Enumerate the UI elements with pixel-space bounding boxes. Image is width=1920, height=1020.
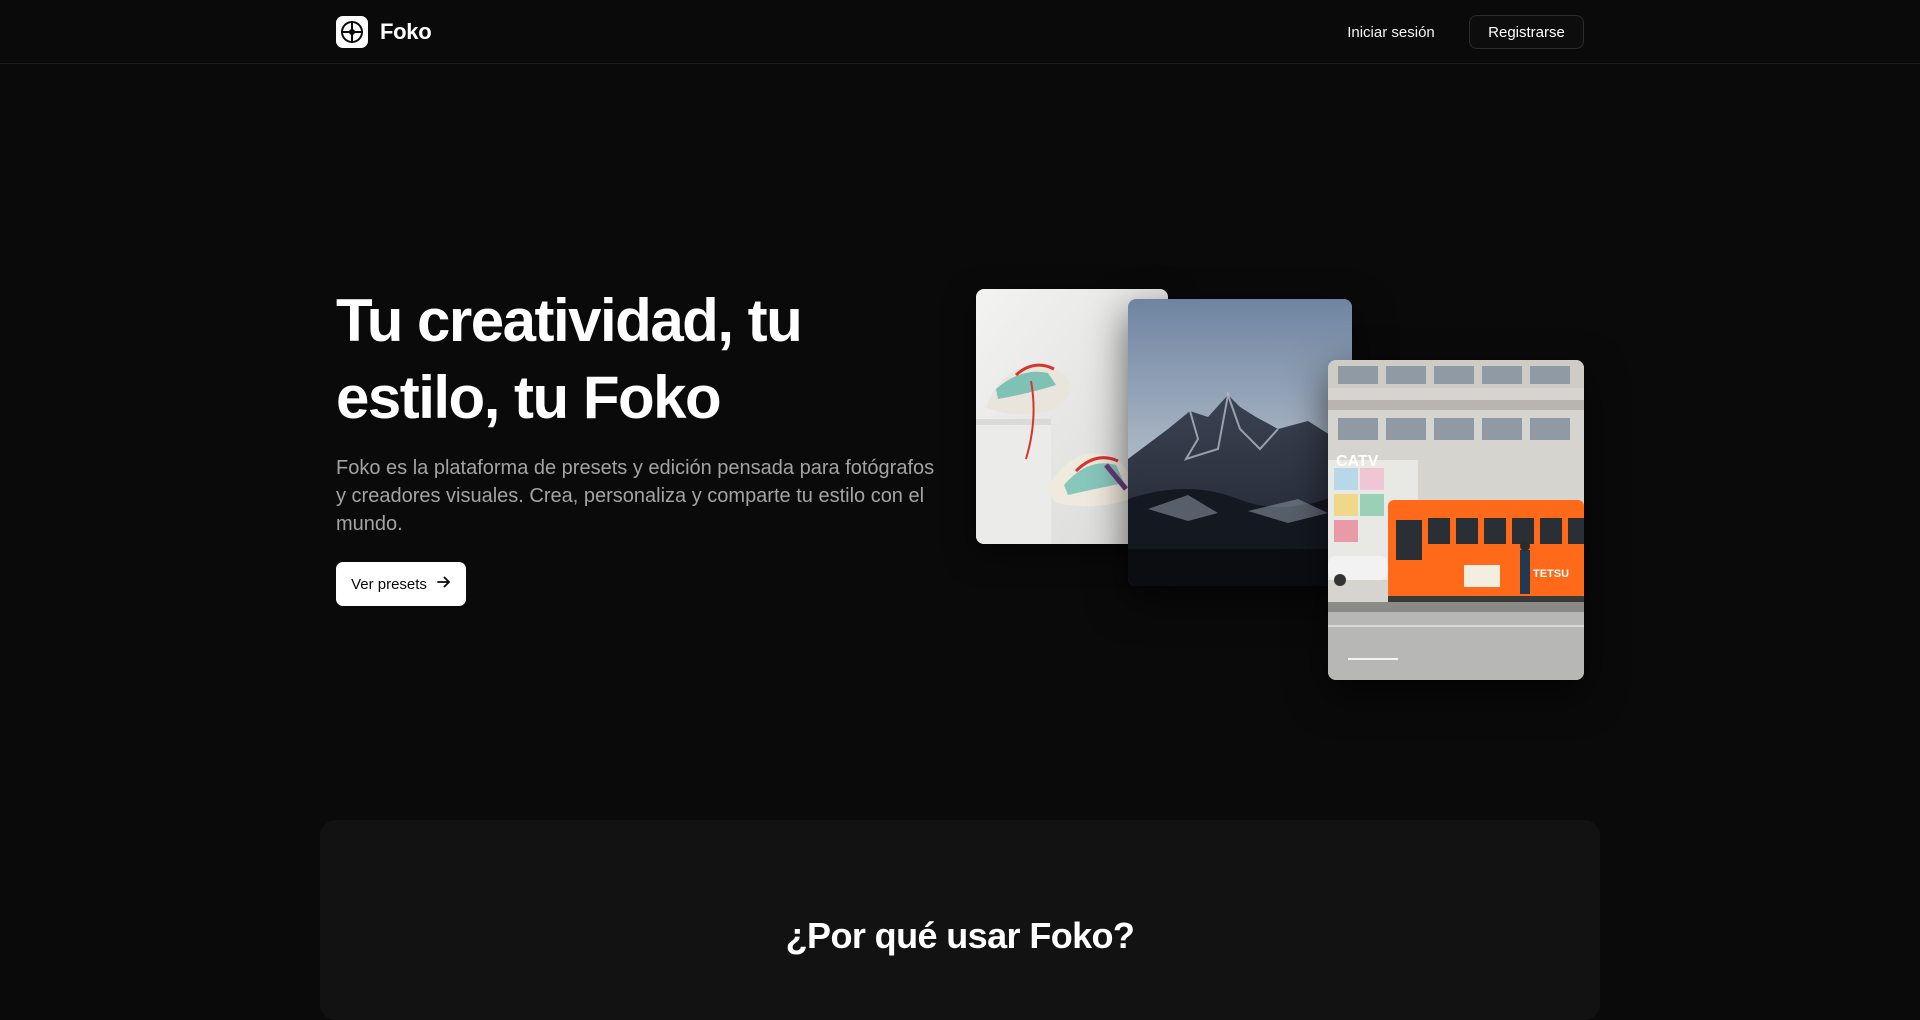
- tram-sign-text: TETSU: [1533, 568, 1569, 580]
- top-navbar: Foko Iniciar sesión Registrarse: [0, 0, 1920, 64]
- view-presets-button[interactable]: Ver presets: [336, 562, 466, 606]
- hero-title: Tu creatividad, tu estilo, tu Foko: [336, 287, 803, 431]
- tram-photo: CATV TETSU: [1328, 360, 1584, 680]
- mountain-photo: [1128, 299, 1352, 586]
- brand-logo-link[interactable]: Foko: [336, 15, 432, 48]
- building-sign: CATV: [1336, 453, 1379, 470]
- why-foko-section: ¿Por qué usar Foko?: [320, 820, 1600, 1020]
- compass-icon: [336, 15, 368, 48]
- why-foko-title: ¿Por qué usar Foko?: [785, 915, 1135, 956]
- brand-name: Foko: [380, 18, 432, 44]
- signup-button[interactable]: Registrarse: [1469, 15, 1584, 49]
- view-presets-label: Ver presets: [351, 575, 427, 593]
- hero-description: Foko es la plataforma de presets y edici…: [336, 457, 935, 535]
- arrow-right-icon: [437, 575, 451, 593]
- login-link[interactable]: Iniciar sesión: [1340, 20, 1442, 44]
